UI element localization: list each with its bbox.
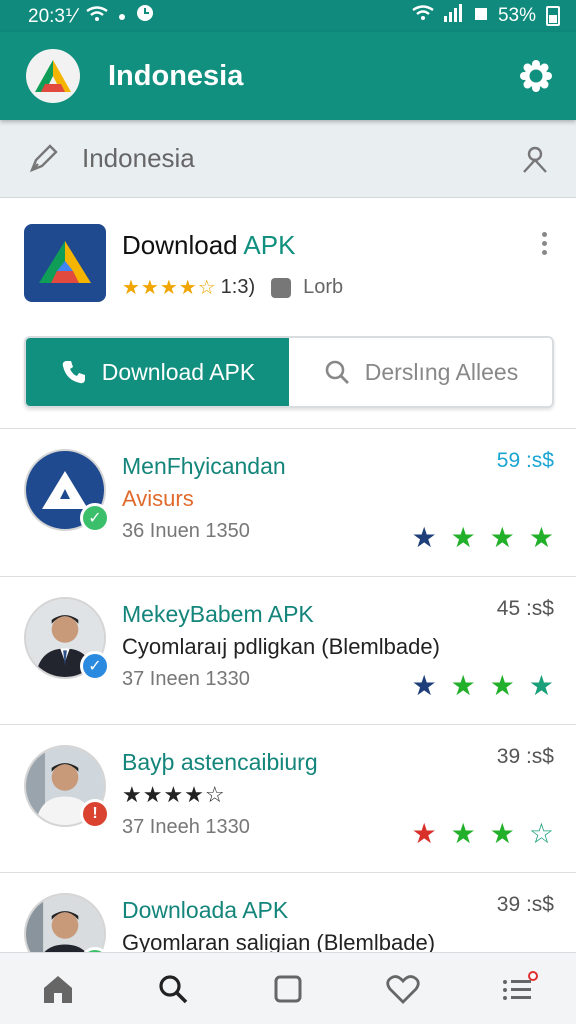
star-outline-icon: ☆ bbox=[528, 818, 554, 849]
square-icon bbox=[274, 975, 302, 1002]
nav-search[interactable] bbox=[143, 959, 203, 1019]
alert-icon: ! bbox=[80, 799, 110, 829]
battery-percent: 53% bbox=[497, 5, 536, 26]
nav-favorites[interactable] bbox=[373, 959, 433, 1019]
app-price: 39 :s$ bbox=[496, 745, 554, 768]
more-options-button[interactable] bbox=[534, 224, 554, 255]
search-icon bbox=[159, 974, 188, 1003]
app-title: Downloada APK bbox=[122, 897, 289, 923]
bottom-nav bbox=[0, 952, 576, 1024]
featured-tag: Lorb bbox=[271, 276, 343, 299]
heart-icon bbox=[386, 974, 420, 1004]
gear-icon bbox=[520, 60, 552, 92]
tab-download-apk[interactable]: Downloаd APK bbox=[26, 338, 289, 406]
star-icon: ★ bbox=[450, 670, 476, 701]
featured-meta: ★★★★☆ 1:3) Lorb bbox=[122, 275, 534, 300]
settings-button[interactable] bbox=[516, 56, 556, 96]
featured-app-logo bbox=[24, 224, 106, 302]
featured-tag-label: Lorb bbox=[303, 276, 344, 298]
rating-stars: ★ ★ ★ ☆ bbox=[412, 820, 554, 856]
sim-icon bbox=[474, 5, 488, 27]
app-title: Indonesia bbox=[108, 59, 244, 92]
star-icon: ★ bbox=[528, 670, 554, 701]
tab-switcher: Downloаd APK Derslıng Allees bbox=[24, 336, 554, 408]
user-icon[interactable] bbox=[520, 144, 550, 174]
status-bar: 20:3⅟ 53% bbox=[0, 0, 576, 32]
featured-title-main: Download bbox=[122, 230, 244, 260]
app-price: 45 :s$ bbox=[496, 597, 554, 620]
tag-icon bbox=[271, 277, 292, 298]
star-icon: ★ bbox=[411, 818, 437, 849]
featured-rating-stars: ★★★★☆ bbox=[122, 277, 217, 299]
signal-icon bbox=[443, 4, 464, 28]
featured-app: Download APK ★★★★☆ 1:3) Lorb Downloаd AP… bbox=[0, 198, 576, 408]
star-icon: ★ bbox=[489, 670, 515, 701]
home-icon bbox=[43, 975, 72, 1003]
rating-stars: ★ ★ ★ ★ bbox=[412, 672, 554, 708]
featured-rating-count: 1:3) bbox=[220, 276, 256, 298]
star-icon: ★ bbox=[528, 522, 554, 553]
tab-search-label: Derslıng Allees bbox=[364, 358, 519, 385]
star-icon: ★ bbox=[411, 670, 437, 701]
featured-title: Download APK bbox=[122, 230, 534, 261]
check-icon: ✓ bbox=[80, 503, 110, 533]
status-left: 20:3⅟ bbox=[28, 4, 154, 28]
featured-title-accent: APK bbox=[243, 230, 296, 260]
check-icon: ✓ bbox=[80, 651, 110, 681]
status-time: 20:3⅟ bbox=[28, 5, 76, 27]
clock-icon bbox=[136, 4, 154, 28]
star-icon: ★ bbox=[489, 818, 515, 849]
tab-download-label: Downloаd APK bbox=[101, 358, 256, 385]
nav-square[interactable] bbox=[258, 959, 318, 1019]
nav-home[interactable] bbox=[28, 959, 88, 1019]
list-item[interactable]: ✓ MenFhyicandan Avisurs 36 Inuen 1350 59… bbox=[0, 428, 576, 576]
star-icon: ★ bbox=[411, 522, 437, 553]
search-bar[interactable]: Indonesia bbox=[0, 120, 576, 198]
pen-icon bbox=[26, 142, 60, 176]
app-list: ✓ MenFhyicandan Avisurs 36 Inuen 1350 59… bbox=[0, 428, 576, 1020]
list-item[interactable]: ! Bayþ astencaibiurg ★★★★☆ 37 Ineeh 1330… bbox=[0, 724, 576, 872]
wifi-icon bbox=[86, 6, 108, 26]
status-right: 53% bbox=[412, 4, 560, 28]
list-item[interactable]: ✓ MekeyBabem APK Cyomlaraıj pdligkan (Bl… bbox=[0, 576, 576, 724]
notification-dot bbox=[528, 970, 539, 981]
search-input[interactable]: Indonesia bbox=[82, 143, 520, 174]
star-icon: ★ bbox=[450, 818, 476, 849]
app-price: 59 :s$ bbox=[496, 449, 554, 472]
nav-list[interactable] bbox=[488, 959, 548, 1019]
phone-icon bbox=[62, 361, 85, 384]
app-bar: Indonesia bbox=[0, 32, 576, 120]
dot-icon bbox=[118, 5, 126, 27]
tab-search[interactable]: Derslıng Allees bbox=[289, 338, 552, 406]
star-icon: ★ bbox=[489, 522, 515, 553]
rating-stars: ★ ★ ★ ★ bbox=[412, 524, 554, 560]
app-logo bbox=[26, 49, 80, 103]
wifi-icon bbox=[412, 5, 434, 27]
battery-icon bbox=[546, 6, 560, 26]
star-icon: ★ bbox=[450, 522, 476, 553]
app-price: 39 :s$ bbox=[496, 893, 554, 916]
search-icon bbox=[325, 360, 349, 384]
